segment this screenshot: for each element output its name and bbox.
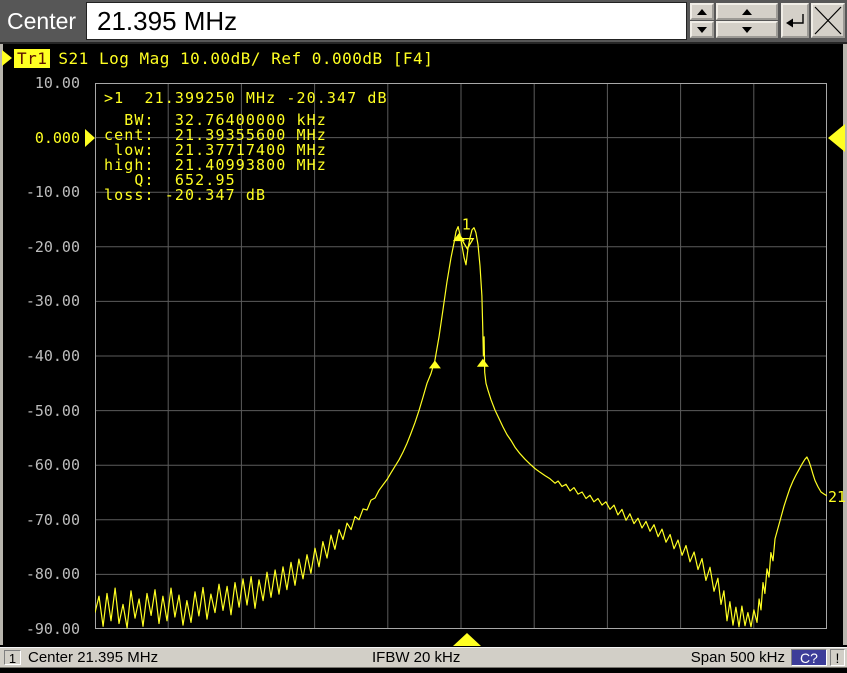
enter-return-icon — [784, 12, 806, 30]
trace1-format-text: S21 Log Mag 10.00dB/ Ref 0.000dB [F4] — [58, 49, 433, 68]
y-axis-label: 0.000 — [0, 129, 86, 147]
step-up-small-button[interactable] — [690, 3, 714, 20]
bandwidth-marker-icon[interactable] — [429, 360, 441, 368]
bandwidth-search-panel: BW: 32.76400000 kHz cent: 21.39355600 MH… — [104, 113, 327, 203]
y-axis-label: -90.00 — [0, 620, 86, 638]
marker1-readout: >1 21.399250 MHz -20.347 dB — [104, 89, 388, 107]
warning-indicator: ! — [830, 649, 845, 666]
entry-field-label: Center — [7, 0, 76, 42]
close-x-icon — [814, 6, 842, 35]
trace1-badge[interactable]: Tr1 — [14, 49, 50, 68]
center-frequency-input[interactable]: 21.395 MHz — [86, 2, 687, 40]
reference-level-marker-left[interactable] — [85, 129, 95, 147]
y-axis-label: 10.00 — [0, 74, 86, 92]
channel-number-box: 1 — [4, 650, 21, 665]
loss-value: loss: -20.347 dB — [104, 188, 327, 203]
step-up-large-button[interactable] — [716, 3, 778, 20]
marker1-stimulus-indicator[interactable] — [453, 633, 481, 646]
y-axis-label: -10.00 — [0, 183, 86, 201]
marker1-number-label: 1 — [462, 216, 471, 234]
y-axis-label: -60.00 — [0, 456, 86, 474]
y-axis-label: -30.00 — [0, 292, 86, 310]
close-entry-button[interactable] — [811, 3, 845, 38]
arrow-down-icon — [742, 27, 752, 33]
y-axis-label: -20.00 — [0, 238, 86, 256]
y-axis-label: -70.00 — [0, 511, 86, 529]
y-axis-label: -40.00 — [0, 347, 86, 365]
status-center-frequency: Center 21.395 MHz — [28, 649, 158, 666]
entry-toolbar: Center 21.395 MHz — [0, 0, 847, 44]
arrow-up-icon — [697, 9, 707, 15]
step-down-large-button[interactable] — [716, 21, 778, 38]
arrow-up-icon — [742, 9, 752, 15]
y-axis-label: -50.00 — [0, 402, 86, 420]
status-bar: 1 Center 21.395 MHz IFBW 20 kHz Span 500… — [0, 647, 847, 668]
step-down-small-button[interactable] — [690, 21, 714, 38]
status-span: Span 500 kHz — [691, 649, 785, 666]
trace1-end-label: 21 — [828, 488, 846, 506]
reference-level-marker-right[interactable] — [828, 124, 845, 152]
arrow-down-icon — [697, 27, 707, 33]
trace-header: Tr1 S21 Log Mag 10.00dB/ Ref 0.000dB [F4… — [2, 48, 433, 68]
correction-status-badge: C? — [791, 649, 827, 666]
active-trace-arrow-icon — [2, 50, 12, 66]
vna-screen: Center 21.395 MHz — [0, 0, 847, 673]
enter-button[interactable] — [781, 3, 809, 38]
y-axis-label: -80.00 — [0, 565, 86, 583]
status-ifbw: IFBW 20 kHz — [372, 649, 460, 666]
bandwidth-marker-icon[interactable] — [477, 359, 489, 367]
